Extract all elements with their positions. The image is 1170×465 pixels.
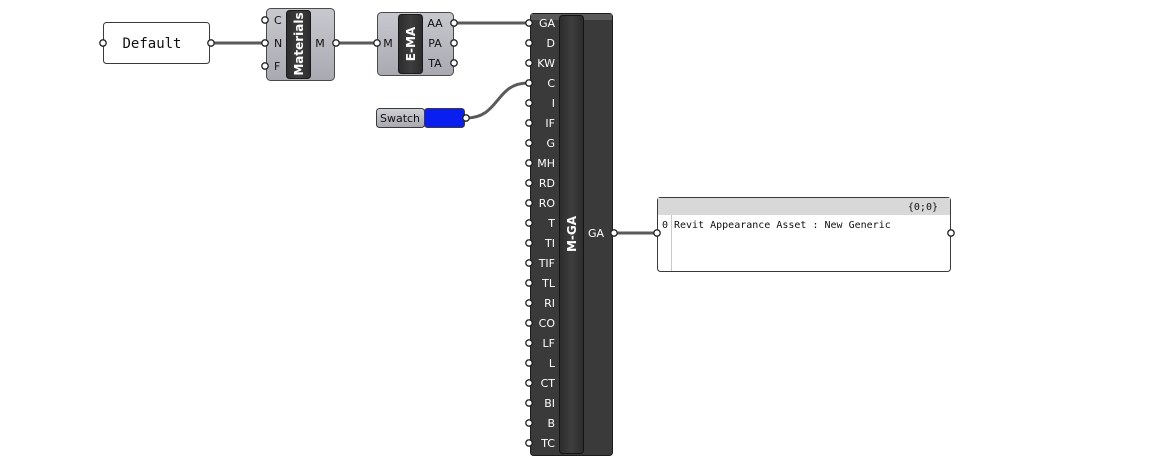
ema-component[interactable]: E-MA M AA PA TA [373,12,458,76]
materials-input-grip-f[interactable] [261,62,269,70]
mga-input-grip-b[interactable] [525,419,533,427]
swatch-color[interactable] [424,108,465,128]
mga-input-label-kw: KW [537,57,555,70]
default-panel-input-grip[interactable] [99,39,107,47]
mga-input-label-i: I [552,97,555,110]
mga-output-grip-ga[interactable] [610,229,618,237]
mga-input-grip-co[interactable] [525,319,533,327]
mga-input-label-tif: TIF [538,257,555,270]
mga-input-grip-tif[interactable] [525,259,533,267]
swatch-output-grip[interactable] [462,114,470,122]
ema-input-grip-m[interactable] [373,39,381,47]
mga-input-label-ro: RO [539,197,556,210]
materials-output-grip-m[interactable] [332,39,340,47]
materials-input-grip-c[interactable] [261,16,269,24]
mga-input-label-tl: TL [541,277,556,290]
output-panel[interactable]: {0;0} 0 Revit Appearance Asset : New Gene… [653,197,955,272]
mga-input-grip-tl[interactable] [525,279,533,287]
materials-input-label-c: C [274,14,282,27]
mga-input-label-lf: LF [543,337,555,350]
wire-swatch-to-mga-c [464,81,530,120]
mga-input-grip-rd[interactable] [525,179,533,187]
ema-output-label-ta: TA [427,57,442,70]
mga-input-label-co: CO [539,317,556,330]
mga-input-grip-lf[interactable] [525,339,533,347]
default-panel-text: Default [122,36,181,52]
swatch-label: Swatch [380,112,420,125]
output-panel-output-grip[interactable] [947,229,955,237]
output-panel-rows: 0 Revit Appearance Asset : New Generic [662,220,891,231]
mga-input-grip-kw[interactable] [525,59,533,67]
output-panel-row-index: 0 [662,220,668,231]
materials-input-label-n: N [274,37,282,50]
ema-output-grip-aa[interactable] [450,19,458,27]
default-panel-output-grip[interactable] [207,39,215,47]
mga-input-grip-t[interactable] [525,219,533,227]
grasshopper-canvas[interactable]: Default Materials CNF M E-MA M AAPATA Sw… [0,0,1170,465]
mga-input-grip-ct[interactable] [525,379,533,387]
mga-title: M-GA [565,215,579,252]
mga-input-label-c: C [547,77,555,90]
output-panel-row-text: Revit Appearance Asset : New Generic [674,220,891,231]
output-panel-input-grip[interactable] [653,229,661,237]
output-panel-path: {0;0} [908,202,938,213]
ema-output-label-pa: PA [428,37,442,50]
mga-input-grip-ga[interactable] [525,19,533,27]
mga-input-label-t: T [547,217,555,230]
mga-input-grip-ti[interactable] [525,239,533,247]
mga-input-label-if: IF [545,117,555,130]
mga-input-grip-tc[interactable] [525,439,533,447]
mga-input-label-ti: TI [544,237,555,250]
ema-inputs: M [373,37,393,50]
ema-title: E-MA [404,26,418,61]
ema-output-grip-pa[interactable] [450,39,458,47]
mga-input-grip-i[interactable] [525,99,533,107]
mga-input-grip-ro[interactable] [525,199,533,207]
mga-input-label-b: B [547,417,555,430]
materials-output-label-m: M [315,37,325,50]
mga-input-label-tc: TC [540,437,555,450]
mga-input-label-g: G [546,137,555,150]
mga-input-label-bi: BI [544,397,555,410]
default-panel[interactable]: Default [99,22,215,64]
mga-input-grip-g[interactable] [525,139,533,147]
ema-input-label-m: M [383,37,393,50]
materials-component[interactable]: Materials CNF M [261,8,340,81]
mga-input-grip-if[interactable] [525,119,533,127]
mga-output-label-ga: GA [588,227,605,240]
materials-input-grip-n[interactable] [261,39,269,47]
mga-input-label-ct: CT [541,377,556,390]
mga-input-label-rd: RD [539,177,555,190]
mga-input-grip-l[interactable] [525,359,533,367]
mga-input-label-l: L [549,357,556,370]
mga-component[interactable]: M-GA GA D KW CI IF G MH RD RO T TI TIF TL RI CO LF L CT BI… [525,13,618,456]
materials-input-label-f: F [274,60,280,73]
mga-input-grip-mh[interactable] [525,159,533,167]
mga-input-grip-c[interactable] [525,79,533,87]
mga-input-grip-ri[interactable] [525,299,533,307]
mga-input-label-ga: GA [539,17,556,30]
mga-input-label-d: D [547,37,555,50]
mga-input-label-mh: MH [537,157,555,170]
swatch-component[interactable]: Swatch [376,108,470,128]
mga-input-grip-d[interactable] [525,39,533,47]
mga-input-label-ri: RI [544,297,555,310]
ema-output-grip-ta[interactable] [450,59,458,67]
materials-title: Materials [292,12,306,75]
mga-input-grip-bi[interactable] [525,399,533,407]
ema-output-label-aa: AA [427,17,443,30]
